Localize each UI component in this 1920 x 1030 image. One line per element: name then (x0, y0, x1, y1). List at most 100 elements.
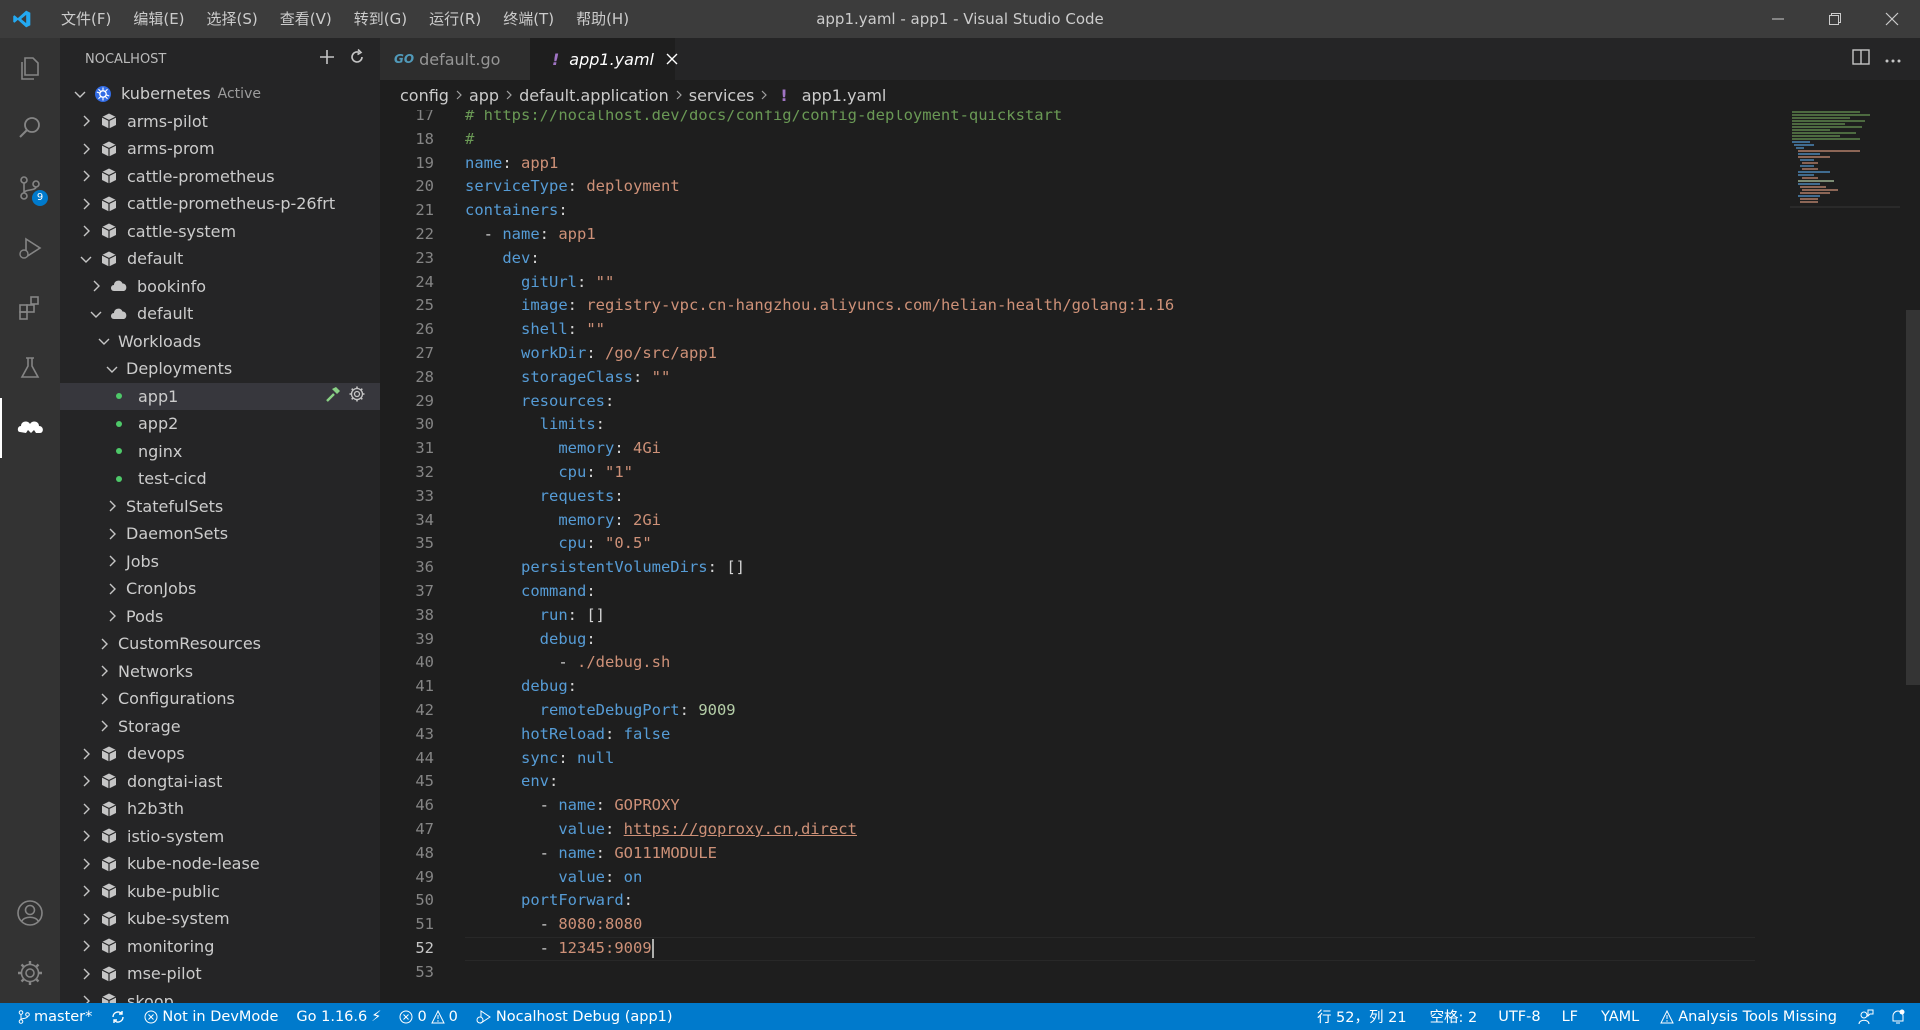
tree-item-folder[interactable]: Deployments (60, 355, 380, 383)
tree-item-namespace[interactable]: dongtai-iast (60, 768, 380, 796)
chevron-right-icon[interactable] (104, 553, 120, 569)
chevron-right-icon[interactable] (96, 636, 112, 652)
chevron-right-icon[interactable] (104, 608, 120, 624)
chevron-right-icon[interactable] (78, 828, 94, 844)
source-control-icon[interactable]: 9 (0, 158, 60, 218)
chevron-right-icon[interactable] (78, 801, 94, 817)
tree-item-namespace[interactable]: arms-prom (60, 135, 380, 163)
refresh-icon[interactable] (348, 48, 366, 70)
menu-item[interactable]: 帮助(H) (565, 0, 640, 38)
chevron-down-icon[interactable] (78, 251, 94, 267)
minimap[interactable] (1790, 110, 1900, 220)
tree-item-folder[interactable]: Configurations (60, 685, 380, 713)
run-debug-icon[interactable] (0, 218, 60, 278)
menu-item[interactable]: 终端(T) (492, 0, 565, 38)
devmode-status[interactable]: Not in DevMode (135, 1003, 287, 1030)
chevron-down-icon[interactable] (88, 306, 104, 322)
tree-item-namespace[interactable]: istio-system (60, 823, 380, 851)
chevron-right-icon[interactable] (78, 141, 94, 157)
chevron-right-icon[interactable] (104, 498, 120, 514)
encoding[interactable]: UTF-8 (1489, 1003, 1552, 1030)
problems-status[interactable]: 0 0 (390, 1003, 466, 1030)
close-window-button[interactable] (1863, 0, 1920, 38)
code-editor[interactable]: 17 # https://nocalhost.dev/docs/config/co… (380, 110, 1900, 1003)
tree-item-folder[interactable]: Workloads (60, 328, 380, 356)
breadcrumb-item[interactable]: services (689, 86, 755, 105)
tree-item-folder[interactable]: StatefulSets (60, 493, 380, 521)
feedback-icon[interactable] (1846, 1003, 1886, 1030)
tree-item-folder[interactable]: Storage (60, 713, 380, 741)
tree-item-folder[interactable]: DaemonSets (60, 520, 380, 548)
chevron-right-icon[interactable] (78, 223, 94, 239)
tree-item-deployment[interactable]: app2 (60, 410, 380, 438)
tab-app1-yaml[interactable]: ! app1.yaml (530, 38, 678, 80)
chevron-right-icon[interactable] (96, 691, 112, 707)
go-version-status[interactable]: Go 1.16.6 ⚡ (287, 1003, 390, 1030)
sync-icon[interactable] (101, 1003, 135, 1030)
notifications-icon[interactable] (1886, 1003, 1920, 1030)
chevron-right-icon[interactable] (78, 773, 94, 789)
tree-item-deployment[interactable]: test-cicd (60, 465, 380, 493)
analysis-status[interactable]: Analysis Tools Missing (1651, 1003, 1846, 1030)
tree-item-namespace[interactable]: cattle-prometheus-p-26frt (60, 190, 380, 218)
tree-item-namespace[interactable]: default (60, 245, 380, 273)
menu-item[interactable]: 文件(F) (50, 0, 122, 38)
breadcrumb-item[interactable]: config (400, 86, 449, 105)
chevron-right-icon[interactable] (96, 718, 112, 734)
breadcrumb-item[interactable]: default.application (519, 86, 669, 105)
editor-scrollbar[interactable] (1906, 310, 1920, 685)
tree-item-namespace[interactable]: cattle-system (60, 218, 380, 246)
menu-item[interactable]: 编辑(E) (122, 0, 195, 38)
split-editor-icon[interactable] (1852, 49, 1870, 69)
tree-item-app[interactable]: default (60, 300, 380, 328)
tab-default-go[interactable]: GO default.go (380, 38, 530, 80)
chevron-down-icon[interactable] (96, 333, 112, 349)
extensions-icon[interactable] (0, 278, 60, 338)
chevron-right-icon[interactable] (104, 581, 120, 597)
chevron-right-icon[interactable] (78, 113, 94, 129)
chevron-right-icon[interactable] (78, 911, 94, 927)
tree-item-namespace[interactable]: kube-node-lease (60, 850, 380, 878)
cursor-position[interactable]: 行 52，列 21 (1308, 1003, 1421, 1030)
accounts-icon[interactable] (0, 883, 60, 943)
minimize-button[interactable] (1749, 0, 1806, 38)
branch-status[interactable]: master* (0, 1003, 101, 1030)
indentation[interactable]: 空格: 2 (1421, 1003, 1490, 1030)
menu-item[interactable]: 选择(S) (196, 0, 269, 38)
menu-item[interactable]: 转到(G) (343, 0, 418, 38)
language-mode[interactable]: YAML (1592, 1003, 1651, 1030)
explorer-icon[interactable] (0, 38, 60, 98)
tree-item-folder[interactable]: CronJobs (60, 575, 380, 603)
tree-item-app[interactable]: bookinfo (60, 273, 380, 301)
chevron-right-icon[interactable] (88, 278, 104, 294)
chevron-right-icon[interactable] (78, 196, 94, 212)
manage-gear-icon[interactable] (0, 943, 60, 1003)
settings-gear-icon[interactable] (348, 385, 366, 407)
chevron-right-icon[interactable] (104, 526, 120, 542)
tree-item-deployment[interactable]: nginx (60, 438, 380, 466)
search-icon[interactable] (0, 98, 60, 158)
tree-item-folder[interactable]: Pods (60, 603, 380, 631)
tree-item-namespace[interactable]: cattle-prometheus (60, 163, 380, 191)
tree-item-namespace[interactable]: mse-pilot (60, 960, 380, 988)
tree-item-namespace[interactable]: devops (60, 740, 380, 768)
chevron-down-icon[interactable] (72, 86, 88, 102)
chevron-right-icon[interactable] (78, 856, 94, 872)
nocalhost-icon[interactable] (0, 398, 60, 458)
end-of-line[interactable]: LF (1553, 1003, 1592, 1030)
testing-icon[interactable] (0, 338, 60, 398)
tree-item-namespace[interactable]: arms-pilot (60, 108, 380, 136)
tree-item-namespace[interactable]: kube-public (60, 878, 380, 906)
debug-status[interactable]: Nocalhost Debug (app1) (467, 1003, 682, 1030)
tree-item-namespace[interactable]: h2b3th (60, 795, 380, 823)
chevron-right-icon[interactable] (78, 993, 94, 1003)
chevron-right-icon[interactable] (78, 938, 94, 954)
add-cluster-icon[interactable] (318, 48, 336, 70)
tree-item-cluster[interactable]: kubernetes Active (60, 80, 380, 108)
chevron-right-icon[interactable] (78, 168, 94, 184)
tree-item-namespace[interactable]: kube-system (60, 905, 380, 933)
menu-item[interactable]: 运行(R) (418, 0, 492, 38)
chevron-down-icon[interactable] (104, 361, 120, 377)
tree-item-namespace[interactable]: monitoring (60, 933, 380, 961)
tree-item-folder[interactable]: Jobs (60, 548, 380, 576)
